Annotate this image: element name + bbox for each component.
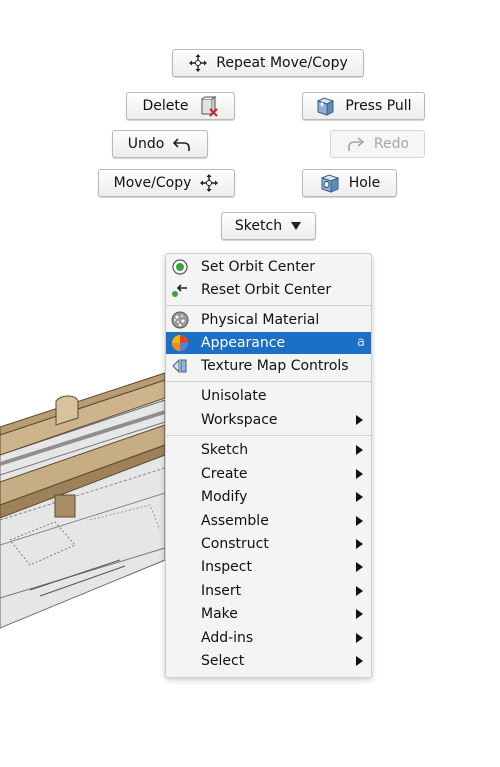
menu-item-workspace[interactable]: Workspace	[166, 409, 371, 431]
hole-icon	[320, 174, 340, 193]
menu-item-sketch[interactable]: Sketch	[166, 439, 371, 461]
repeat-move-copy-button[interactable]: Repeat Move/Copy	[172, 49, 364, 77]
submenu-arrow-icon	[356, 633, 363, 643]
menu-label: Create	[201, 466, 248, 482]
texture-map-icon	[172, 358, 187, 374]
repeat-move-copy-label: Repeat Move/Copy	[216, 55, 348, 71]
submenu-arrow-icon	[356, 469, 363, 479]
delete-icon	[201, 96, 218, 117]
menu-label: Physical Material	[201, 312, 320, 328]
menu-separator	[166, 381, 371, 382]
appearance-icon	[172, 335, 188, 351]
menu-item-physical-material[interactable]: Physical Material	[166, 309, 371, 331]
hole-button[interactable]: Hole	[302, 169, 397, 197]
submenu-arrow-icon	[356, 516, 363, 526]
menu-item-texture-map-controls[interactable]: Texture Map Controls	[166, 355, 371, 377]
viewport-scene: Repeat Move/Copy Delete Press Pull Undo	[0, 0, 500, 767]
menu-label: Construct	[201, 536, 269, 552]
move-arrows-icon	[189, 54, 208, 72]
menu-label: Reset Orbit Center	[201, 282, 332, 298]
menu-label: Make	[201, 606, 238, 622]
menu-label: Assemble	[201, 513, 269, 529]
press-pull-button[interactable]: Press Pull	[302, 92, 425, 120]
menu-item-create[interactable]: Create	[166, 463, 371, 485]
menu-label: Texture Map Controls	[201, 358, 349, 374]
physical-material-icon	[171, 311, 189, 329]
menu-item-make[interactable]: Make	[166, 603, 371, 625]
press-pull-icon	[317, 97, 335, 116]
menu-separator	[166, 435, 371, 436]
undo-arrow-icon	[173, 138, 191, 151]
submenu-arrow-icon	[356, 492, 363, 502]
submenu-arrow-icon	[356, 445, 363, 455]
menu-label: Appearance	[201, 335, 286, 351]
undo-button[interactable]: Undo	[112, 130, 208, 158]
redo-button[interactable]: Redo	[330, 130, 425, 158]
submenu-arrow-icon	[356, 609, 363, 619]
menu-label: Set Orbit Center	[201, 259, 316, 275]
menu-item-modify[interactable]: Modify	[166, 486, 371, 508]
menu-item-unisolate[interactable]: Unisolate	[166, 385, 371, 407]
delete-label: Delete	[142, 98, 189, 114]
shortcut-key: a	[357, 335, 365, 350]
menu-item-select[interactable]: Select	[166, 650, 371, 672]
menu-item-insert[interactable]: Insert	[166, 580, 371, 602]
menu-item-construct[interactable]: Construct	[166, 533, 371, 555]
wood-post-lower	[54, 494, 76, 518]
menu-label: Unisolate	[201, 388, 267, 404]
menu-label: Add-ins	[201, 630, 254, 646]
submenu-arrow-icon	[356, 586, 363, 596]
menu-item-add-ins[interactable]: Add-ins	[166, 627, 371, 649]
menu-label: Insert	[201, 583, 242, 599]
hole-label: Hole	[348, 175, 381, 191]
menu-item-assemble[interactable]: Assemble	[166, 510, 371, 532]
submenu-arrow-icon	[356, 562, 363, 572]
redo-label: Redo	[373, 136, 410, 152]
menu-label: Select	[201, 653, 245, 669]
menu-item-set-orbit-center[interactable]: Set Orbit Center	[166, 256, 371, 278]
menu-label: Inspect	[201, 559, 252, 575]
menu-label: Workspace	[201, 412, 278, 428]
redo-arrow-icon	[348, 137, 365, 151]
press-pull-label: Press Pull	[345, 98, 412, 114]
menu-label: Sketch	[201, 442, 249, 458]
menu-item-inspect[interactable]: Inspect	[166, 556, 371, 578]
orbit-center-icon	[172, 259, 188, 275]
move-arrows-icon	[200, 174, 219, 192]
move-copy-button[interactable]: Move/Copy	[98, 169, 235, 197]
submenu-arrow-icon	[356, 656, 363, 666]
submenu-arrow-icon	[356, 539, 363, 549]
reset-orbit-icon	[172, 284, 187, 297]
submenu-arrow-icon	[356, 415, 363, 425]
menu-separator	[166, 305, 371, 306]
move-copy-label: Move/Copy	[113, 175, 192, 191]
sketch-dropdown-button[interactable]: Sketch	[221, 212, 316, 240]
menu-label: Modify	[201, 489, 248, 505]
triangle-down-icon	[291, 222, 302, 230]
menu-item-reset-orbit-center[interactable]: Reset Orbit Center	[166, 279, 371, 301]
context-menu: Set Orbit Center Reset Orbit Center Phys…	[165, 253, 372, 678]
menu-item-appearance[interactable]: Appearance a	[166, 332, 371, 354]
undo-label: Undo	[127, 136, 165, 152]
delete-button[interactable]: Delete	[126, 92, 235, 120]
sketch-label: Sketch	[234, 218, 283, 234]
